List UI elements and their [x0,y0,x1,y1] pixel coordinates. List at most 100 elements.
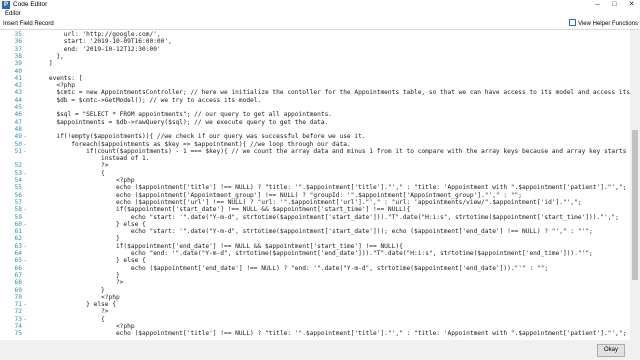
fold-marker-icon[interactable]: - [23,170,28,177]
line-number: 66 [14,264,22,272]
footer: Okay [0,340,640,360]
code-line[interactable]: 72 ?> [0,308,630,315]
line-number: 71 [14,301,22,309]
fold-marker-icon[interactable]: - [23,133,28,140]
code-text: instead of 1. [34,155,150,163]
menu-bar: Editor [0,10,640,19]
code-text: ?> [34,162,109,170]
view-helper-functions-button[interactable]: View Helper Functions [569,19,638,29]
code-line[interactable]: instead of 1. [0,155,630,162]
code-line[interactable]: 36 start: '2019-10-09T16:00:00', [0,38,630,45]
code-text: $cmtc = new AppointmentsController; // h… [34,89,630,97]
code-line[interactable]: 50- foreach($appointments as $key => $ap… [0,141,630,148]
code-line[interactable]: 37 end: '2019-10-12T12:30:00' [0,46,630,53]
code-text: { [34,315,105,323]
code-line[interactable]: 70 <?php [0,294,630,301]
code-text: <?php [34,82,75,90]
fold-marker-icon[interactable]: - [23,301,28,308]
line-number: 49 [14,133,22,141]
line-number: 56 [14,191,22,199]
code-line[interactable]: 59 echo "start: '".date("Y-m-d", strtoti… [0,214,630,221]
code-text: end: '2019-10-12T12:30:00' [34,45,161,53]
code-line[interactable]: 49- if(!empty($appointments)){ //we chec… [0,133,630,140]
code-text: if(!empty($appointments)){ //we check if… [34,133,366,141]
code-line[interactable]: 61 echo "start: '".date("Y-m-d", strtoti… [0,228,630,235]
menu-editor[interactable]: Editor [5,10,21,19]
code-line[interactable]: 35 url: 'http://google.com/', [0,31,630,38]
code-line[interactable]: 45 [0,104,630,111]
code-line[interactable]: 68 ?> [0,279,630,286]
code-text: } else { [34,301,116,309]
vertical-scrollbar[interactable] [630,30,640,340]
code-text: ?> [34,308,109,316]
line-number: 70 [14,293,22,301]
code-text: foreach($appointments as $key => $appoin… [34,140,351,148]
code-line[interactable]: 74 <?php [0,323,630,330]
line-number: 40 [14,67,22,75]
fold-marker-icon[interactable]: - [23,243,28,250]
code-line[interactable]: 44 $db = $cmtc->GetModel(); // we try to… [0,97,630,104]
code-text: echo "start: '".date("Y-m-d", strtotime(… [34,228,593,236]
view-helper-label: View Helper Functions [578,21,638,27]
code-text: echo ($appointment['url'] !== NULL) ? "u… [34,198,582,206]
fold-marker-icon[interactable]: - [23,316,28,323]
code-line[interactable]: 64 echo "end: '".date("Y-m-d", strtotime… [0,250,630,257]
code-line[interactable]: 55 echo ($appointment['title'] !== NULL)… [0,184,630,191]
code-text: }, [34,52,64,60]
code-line[interactable]: 53- { [0,170,630,177]
maximize-icon[interactable]: □ [606,0,623,10]
code-line[interactable]: 41 events: [ [0,75,630,82]
insert-field-record-button[interactable]: Insert Field Record [3,19,54,29]
code-line[interactable]: 63- if($appointment['end_date'] !== NULL… [0,243,630,250]
title-bar: P Code Editor – □ ✕ [0,0,640,10]
line-number: 74 [14,323,22,330]
line-number: 69 [14,286,22,294]
line-number: 45 [14,104,22,111]
code-line[interactable]: 62 } [0,235,630,242]
line-number: 38 [14,52,22,60]
code-line[interactable]: 73- { [0,316,630,323]
code-text: } else { [34,220,146,228]
code-line[interactable]: 52 ?> [0,162,630,169]
code-line[interactable]: 43 $cmtc = new AppointmentsController; /… [0,89,630,96]
code-line[interactable]: 56 echo ($appointment['Appointment_group… [0,192,630,199]
code-line[interactable]: 39 ] [0,60,630,67]
code-line[interactable]: 66 echo ($appointment['end_date'] !== NU… [0,265,630,272]
code-text: { [34,169,105,177]
code-text: if($appointment['end_date'] !== NULL && … [34,242,403,250]
code-line[interactable]: 42 <?php [0,82,630,89]
code-line[interactable]: 60- } else { [0,221,630,228]
code-text: events: [ [34,74,83,82]
code-line[interactable]: 67 } [0,272,630,279]
line-number: 47 [14,118,22,126]
fold-marker-icon[interactable]: - [23,257,28,264]
fold-marker-icon[interactable]: - [23,221,28,228]
code-line[interactable]: 38 }, [0,53,630,60]
close-icon[interactable]: ✕ [623,0,640,10]
code-line[interactable]: 71- } else { [0,301,630,308]
code-line[interactable]: 69 } [0,287,630,294]
scroll-thumb[interactable] [632,130,638,280]
code-line[interactable]: 65- } else { [0,257,630,264]
code-line[interactable]: 47 $appointments = $db->rawQuery($sql); … [0,119,630,126]
code-line[interactable]: 48 [0,126,630,133]
fold-marker-icon[interactable]: - [23,148,28,155]
line-number: 51 [14,147,22,155]
line-number: 59 [14,213,22,221]
code-line[interactable]: 51- if(count($appointments) - 1 === $key… [0,148,630,155]
code-line[interactable]: 75 echo ($appointment['title'] !== NULL)… [0,330,630,337]
line-number: 63 [14,242,22,250]
code-line[interactable]: 40 [0,68,630,75]
code-line[interactable]: 46 $sql = "SELECT * FROM appointments"; … [0,111,630,118]
fold-marker-icon[interactable]: - [23,141,28,148]
code-editor[interactable]: 35 url: 'http://google.com/', 36 start: '… [0,30,630,340]
fold-marker-icon[interactable]: - [23,206,28,213]
code-line[interactable]: 54 <?php [0,177,630,184]
code-line[interactable]: 58- if($appointment['start_date'] !== NU… [0,206,630,213]
line-number: 60 [14,220,22,228]
code-line[interactable]: 57 echo ($appointment['url'] !== NULL) ?… [0,199,630,206]
code-text: if(count($appointments) - 1 === $key){ /… [34,147,630,155]
minimize-icon[interactable]: – [589,0,606,10]
okay-button[interactable]: Okay [597,344,625,357]
code-text: echo ($appointment['end_date'] !== NULL)… [34,264,549,272]
